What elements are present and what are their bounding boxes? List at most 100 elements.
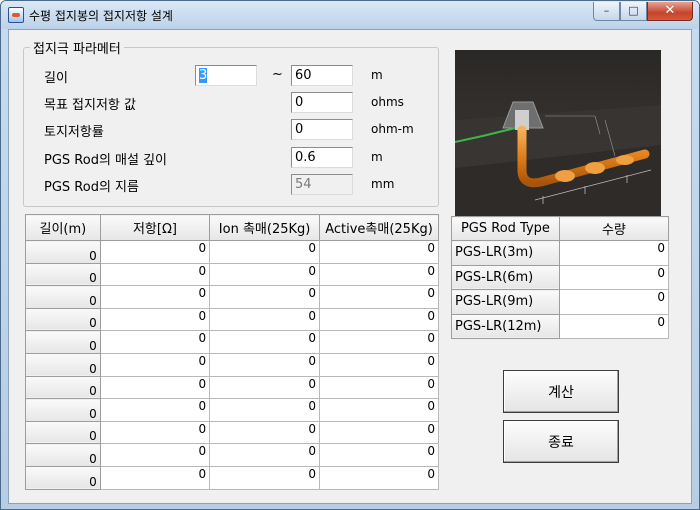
rod-diameter-label: PGS Rod의 지름: [44, 180, 139, 195]
rod-type-cell[interactable]: PGS-LR(9m): [451, 289, 560, 315]
ion-catalyst-cell[interactable]: 0: [209, 307, 321, 332]
active-catalyst-cell[interactable]: 0: [319, 262, 439, 287]
table-row: 0000: [25, 240, 439, 264]
rod-type-table: PGS Rod Type 수량 PGS-LR(3m) 0 PGS-LR(6m) 0 PG…: [451, 216, 670, 339]
header-rod-type[interactable]: PGS Rod Type: [451, 216, 560, 241]
ion-catalyst-cell[interactable]: 0: [209, 330, 321, 354]
rod-type-cell[interactable]: PGS-LR(3m): [451, 240, 560, 266]
rod-type-cell[interactable]: PGS-LR(6m): [451, 264, 560, 290]
ion-catalyst-cell[interactable]: 0: [209, 465, 321, 490]
active-catalyst-cell[interactable]: 0: [319, 465, 439, 490]
table-row: 0000: [25, 420, 439, 445]
maximize-button[interactable]: □: [620, 2, 647, 21]
exit-button[interactable]: 종료: [503, 420, 619, 463]
ion-catalyst-cell[interactable]: 0: [209, 398, 321, 422]
length-from-value: 3: [199, 68, 208, 83]
quantity-cell[interactable]: 0: [558, 264, 670, 290]
active-catalyst-cell[interactable]: 0: [319, 330, 439, 354]
pgs-rod-illustration: [455, 50, 661, 217]
table-row: 0000: [25, 465, 439, 490]
rod-table-header-row: PGS Rod Type 수량: [451, 216, 670, 241]
ion-catalyst-cell[interactable]: 0: [209, 240, 321, 264]
quantity-cell[interactable]: 0: [558, 313, 670, 339]
result-table-body: 0000000000000000000000000000000000000000…: [25, 240, 439, 490]
ion-catalyst-cell[interactable]: 0: [209, 352, 321, 377]
resistance-cell[interactable]: 0: [99, 307, 211, 332]
resistance-cell[interactable]: 0: [99, 398, 211, 422]
app-window: 수평 접지봉의 접지저항 설계 – □ ✕ 접지극 파라메터 길이 3 ~ 60…: [0, 0, 700, 510]
length-cell[interactable]: 0: [25, 240, 101, 264]
resistance-cell[interactable]: 0: [99, 352, 211, 377]
length-cell[interactable]: 0: [25, 420, 101, 445]
burial-depth-input[interactable]: 0.6: [291, 147, 353, 168]
result-table-header-row: 길이(m) 저항[Ω] Ion 촉매(25Kg) Active촉매(25Kg): [25, 214, 439, 241]
app-icon[interactable]: [8, 7, 24, 23]
result-table: 길이(m) 저항[Ω] Ion 촉매(25Kg) Active촉매(25Kg) …: [25, 214, 439, 490]
length-cell[interactable]: 0: [25, 465, 101, 490]
header-ion-catalyst[interactable]: Ion 촉매(25Kg): [209, 214, 321, 241]
resistance-cell[interactable]: 0: [99, 375, 211, 400]
ion-catalyst-cell[interactable]: 0: [209, 285, 321, 309]
table-row: PGS-LR(12m) 0: [451, 313, 670, 339]
length-to-input[interactable]: 60: [291, 65, 353, 86]
resistance-cell[interactable]: 0: [99, 285, 211, 309]
length-cell[interactable]: 0: [25, 443, 101, 467]
rod-type-cell[interactable]: PGS-LR(12m): [451, 313, 560, 339]
soil-resistivity-input[interactable]: 0: [291, 119, 353, 140]
resistance-cell[interactable]: 0: [99, 330, 211, 354]
quantity-cell[interactable]: 0: [558, 240, 670, 266]
length-cell[interactable]: 0: [25, 262, 101, 287]
length-cell[interactable]: 0: [25, 285, 101, 309]
length-cell[interactable]: 0: [25, 352, 101, 377]
table-row: 0000: [25, 262, 439, 287]
header-length[interactable]: 길이(m): [25, 214, 101, 241]
length-cell[interactable]: 0: [25, 375, 101, 400]
table-row: 0000: [25, 307, 439, 332]
soil-resistivity-unit: ohm-m: [371, 122, 414, 136]
parameter-group: 접지극 파라메터 길이 3 ~ 60 m 목표 접지저항 값 0 ohms 토지…: [23, 38, 439, 207]
ion-catalyst-cell[interactable]: 0: [209, 420, 321, 445]
active-catalyst-cell[interactable]: 0: [319, 443, 439, 467]
resistance-cell[interactable]: 0: [99, 420, 211, 445]
rod-diameter-unit: mm: [371, 177, 395, 191]
calculate-button[interactable]: 계산: [503, 370, 619, 413]
table-row: 0000: [25, 398, 439, 422]
resistance-cell[interactable]: 0: [99, 262, 211, 287]
length-from-input[interactable]: 3: [195, 65, 257, 86]
active-catalyst-cell[interactable]: 0: [319, 285, 439, 309]
rod-diameter-input: 54: [291, 174, 353, 195]
soil-resistivity-label: 토지저항률: [44, 125, 104, 140]
rod-table-body: PGS-LR(3m) 0 PGS-LR(6m) 0 PGS-LR(9m) 0 PGS-LR(…: [451, 240, 670, 339]
resistance-cell[interactable]: 0: [99, 465, 211, 490]
quantity-cell[interactable]: 0: [558, 289, 670, 315]
length-cell[interactable]: 0: [25, 398, 101, 422]
length-cell[interactable]: 0: [25, 307, 101, 332]
resistance-cell[interactable]: 0: [99, 443, 211, 467]
range-tilde: ~: [272, 67, 283, 82]
header-quantity[interactable]: 수량: [558, 216, 670, 241]
length-cell[interactable]: 0: [25, 330, 101, 354]
active-catalyst-cell[interactable]: 0: [319, 420, 439, 445]
header-active-catalyst[interactable]: Active촉매(25Kg): [319, 214, 439, 241]
ion-catalyst-cell[interactable]: 0: [209, 262, 321, 287]
header-resistance[interactable]: 저항[Ω]: [99, 214, 211, 241]
minimize-button[interactable]: –: [593, 2, 620, 21]
table-row: PGS-LR(9m) 0: [451, 289, 670, 315]
ion-catalyst-cell[interactable]: 0: [209, 375, 321, 400]
active-catalyst-cell[interactable]: 0: [319, 240, 439, 264]
minimize-icon: –: [603, 4, 610, 17]
close-icon: ✕: [664, 3, 676, 18]
burial-depth-label: PGS Rod의 매설 깊이: [44, 153, 168, 168]
burial-depth-unit: m: [371, 150, 383, 164]
active-catalyst-cell[interactable]: 0: [319, 398, 439, 422]
active-catalyst-cell[interactable]: 0: [319, 352, 439, 377]
title-bar[interactable]: 수평 접지봉의 접지저항 설계 – □ ✕: [1, 1, 699, 29]
active-catalyst-cell[interactable]: 0: [319, 375, 439, 400]
target-resistance-input[interactable]: 0: [291, 92, 353, 113]
window-title: 수평 접지봉의 접지저항 설계: [29, 9, 173, 23]
close-button[interactable]: ✕: [647, 2, 693, 21]
resistance-cell[interactable]: 0: [99, 240, 211, 264]
ion-catalyst-cell[interactable]: 0: [209, 443, 321, 467]
active-catalyst-cell[interactable]: 0: [319, 307, 439, 332]
target-resistance-label: 목표 접지저항 값: [44, 98, 136, 113]
